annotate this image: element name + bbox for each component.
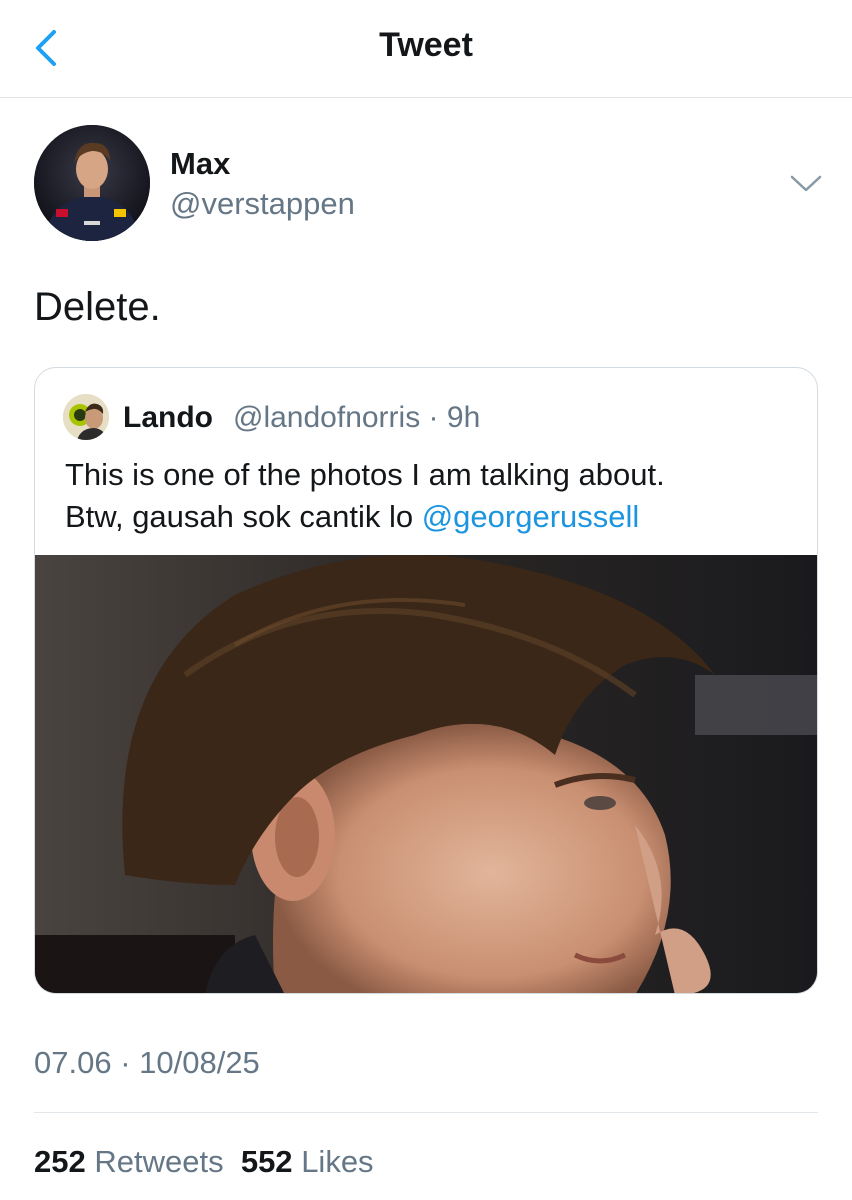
- retweets-label: Retweets: [94, 1144, 224, 1179]
- meta-separator: ·: [420, 401, 447, 434]
- author-name[interactable]: Max: [170, 146, 230, 182]
- likes-label: Likes: [301, 1144, 374, 1179]
- quoted-author-handle[interactable]: @landofnorris: [233, 401, 420, 434]
- tweet-text: Delete.: [34, 285, 161, 329]
- likes-stat[interactable]: 552 Likes: [241, 1144, 374, 1179]
- quoted-author-name[interactable]: Lando: [123, 401, 213, 435]
- author-handle[interactable]: @verstappen: [170, 186, 355, 222]
- likes-count: 552: [240, 1144, 293, 1179]
- quoted-text-line-1: This is one of the photos I am talking a…: [65, 457, 665, 492]
- tweet-stats: 252 Retweets 552 Likes: [34, 1144, 374, 1180]
- chevron-down-icon: [790, 175, 822, 192]
- author-avatar[interactable]: [34, 125, 150, 241]
- tweet-timestamp: 07.06 · 10/08/25: [34, 1045, 260, 1080]
- avatar-image: [34, 125, 150, 241]
- page-title: Tweet: [379, 26, 473, 64]
- quoted-author-avatar[interactable]: [63, 394, 109, 440]
- quoted-tweet-time: 9h: [446, 401, 481, 434]
- retweets-stat[interactable]: 252 Retweets: [34, 1144, 224, 1179]
- quoted-tweet-photo[interactable]: [35, 555, 817, 993]
- retweets-count: 252: [34, 1144, 86, 1179]
- divider: [34, 1112, 818, 1113]
- quoted-author-meta: @landofnorris · 9h: [233, 401, 480, 435]
- more-options-button[interactable]: [786, 166, 826, 200]
- photo-image: [35, 555, 817, 993]
- top-bar: Tweet: [0, 0, 852, 98]
- quoted-tweet-text: This is one of the photos I am talking a…: [65, 454, 805, 538]
- quoted-avatar-image: [63, 394, 109, 440]
- quoted-text-line-2: Btw, gausah sok cantik lo @georgerussell: [65, 496, 805, 538]
- quoted-text-line-2-prefix: Btw, gausah sok cantik lo: [65, 499, 422, 534]
- mention-link[interactable]: @georgerussell: [422, 499, 640, 534]
- quoted-tweet[interactable]: Lando @landofnorris · 9h This is one of …: [34, 367, 818, 994]
